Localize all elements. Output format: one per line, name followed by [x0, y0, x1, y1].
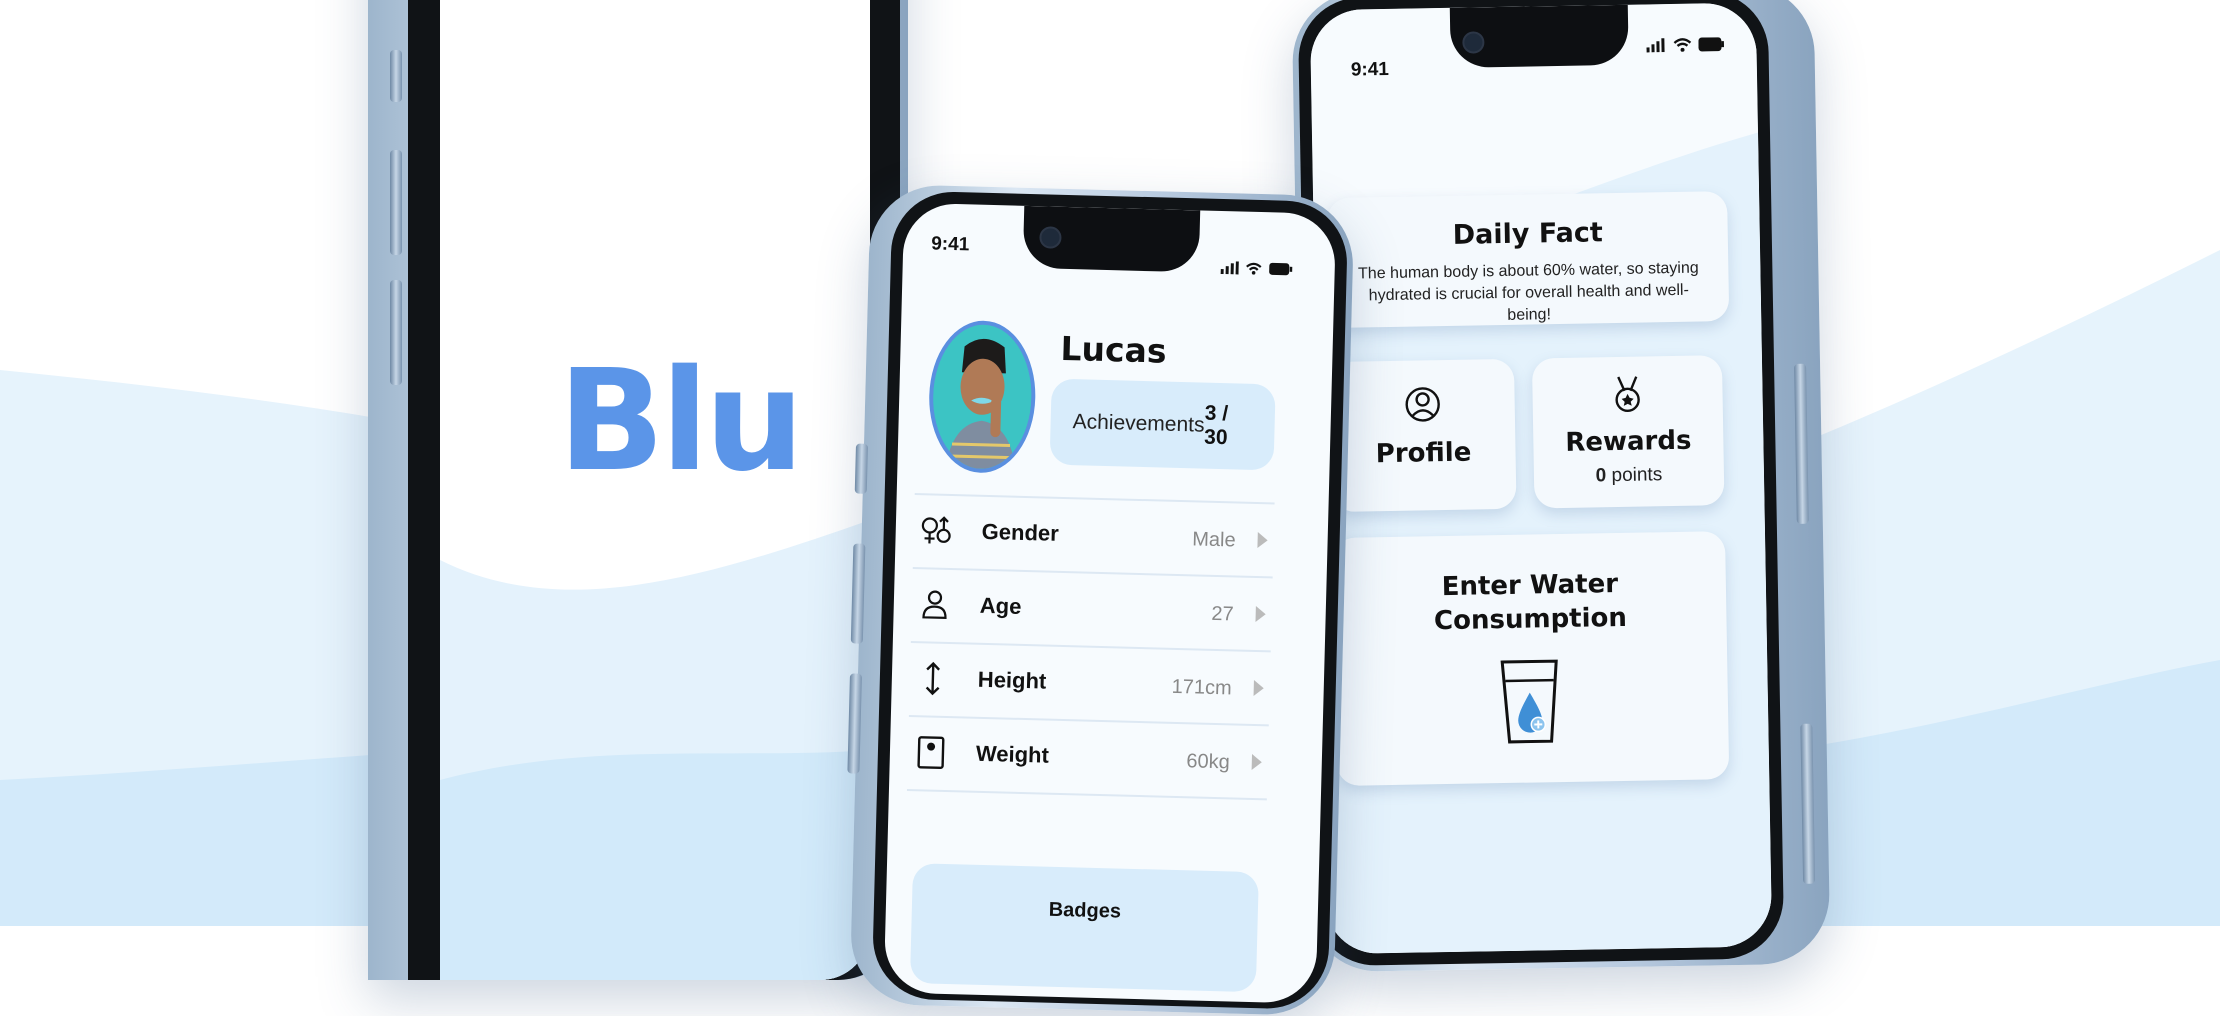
rewards-points: 0 points: [1534, 463, 1724, 488]
status-time: 9:41: [930, 233, 970, 256]
row-label: Age: [979, 592, 1022, 619]
row-value: 27: [1211, 602, 1234, 626]
achievements-pill[interactable]: Achievements 3 / 30: [1049, 378, 1276, 471]
daily-fact-title: Daily Fact: [1452, 217, 1604, 251]
rewards-points-unit: points: [1606, 464, 1663, 487]
row-value: 60kg: [1186, 750, 1231, 774]
water-title-line1: Enter Water: [1441, 569, 1619, 603]
water-title-line2: Consumption: [1433, 602, 1628, 637]
signal-icon: [1646, 38, 1665, 53]
avatar[interactable]: [927, 319, 1038, 475]
gender-icon: [921, 516, 951, 544]
daily-fact-text: The human body is about 60% water, so st…: [1357, 259, 1699, 324]
profile-phone: 9:41 Lucas Achievements 3 / 30 Gender Ma…: [847, 183, 1355, 1016]
blu-logo: Blu: [558, 340, 804, 503]
wifi-icon: [1246, 262, 1262, 275]
water-glass-icon[interactable]: [1499, 658, 1560, 745]
row-value: Male: [1191, 528, 1236, 552]
rewards-card[interactable]: Rewards 0 points: [1531, 355, 1725, 509]
chevron-right-icon: [1251, 753, 1263, 771]
profile-card-label: Profile: [1375, 437, 1472, 470]
home-screen: 9:41 Daily Fact The human body is about …: [1309, 2, 1773, 955]
badges-title: Badges: [1048, 898, 1122, 923]
profile-card[interactable]: Profile: [1329, 358, 1517, 512]
profile-row-age[interactable]: Age 27: [910, 569, 1273, 653]
avatar-photo: [931, 323, 1034, 471]
row-value: 171cm: [1171, 675, 1233, 700]
daily-fact-card[interactable]: Daily Fact The human body is about 60% w…: [1327, 191, 1730, 329]
profile-icon: [1405, 387, 1440, 422]
profile-screen: 9:41 Lucas Achievements 3 / 30 Gender Ma…: [883, 202, 1337, 1004]
achievements-label: Achievements: [1072, 410, 1205, 437]
splash-screen: Blu: [440, 0, 870, 980]
status-time: 9:41: [1350, 58, 1390, 81]
status-icons: [1646, 37, 1725, 53]
home-phone: 9:41 Daily Fact The human body is about …: [1291, 0, 1831, 973]
achievements-value: 3 / 30: [1203, 401, 1229, 450]
profile-details-list: Gender Male Age 27 Height 171cm Weight 6…: [906, 493, 1275, 805]
rewards-card-label: Rewards: [1565, 425, 1692, 458]
battery-icon: [1698, 37, 1725, 52]
rewards-points-value: 0: [1595, 465, 1607, 487]
row-label: Height: [977, 666, 1047, 694]
water-consumption-card[interactable]: Enter Water Consumption: [1333, 531, 1730, 786]
person-icon: [922, 590, 947, 620]
scale-icon: [917, 736, 945, 770]
splash-phone: Blu: [368, 0, 908, 980]
profile-row-gender[interactable]: Gender Male: [912, 495, 1275, 579]
chevron-right-icon: [1253, 680, 1264, 697]
status-icons: [1220, 261, 1293, 276]
chevron-right-icon: [1255, 606, 1266, 623]
wifi-icon: [1673, 38, 1692, 52]
profile-row-height[interactable]: Height 171cm: [908, 643, 1271, 727]
profile-row-weight[interactable]: Weight 60kg: [906, 716, 1269, 801]
medal-icon: [1615, 376, 1640, 413]
user-name: Lucas: [1060, 328, 1168, 371]
row-label: Gender: [981, 518, 1060, 546]
battery-icon: [1269, 262, 1293, 276]
row-label: Weight: [975, 740, 1050, 768]
badges-card[interactable]: Badges: [909, 863, 1259, 993]
chevron-right-icon: [1257, 532, 1268, 549]
height-arrows-icon: [925, 661, 940, 696]
signal-icon: [1220, 261, 1239, 275]
